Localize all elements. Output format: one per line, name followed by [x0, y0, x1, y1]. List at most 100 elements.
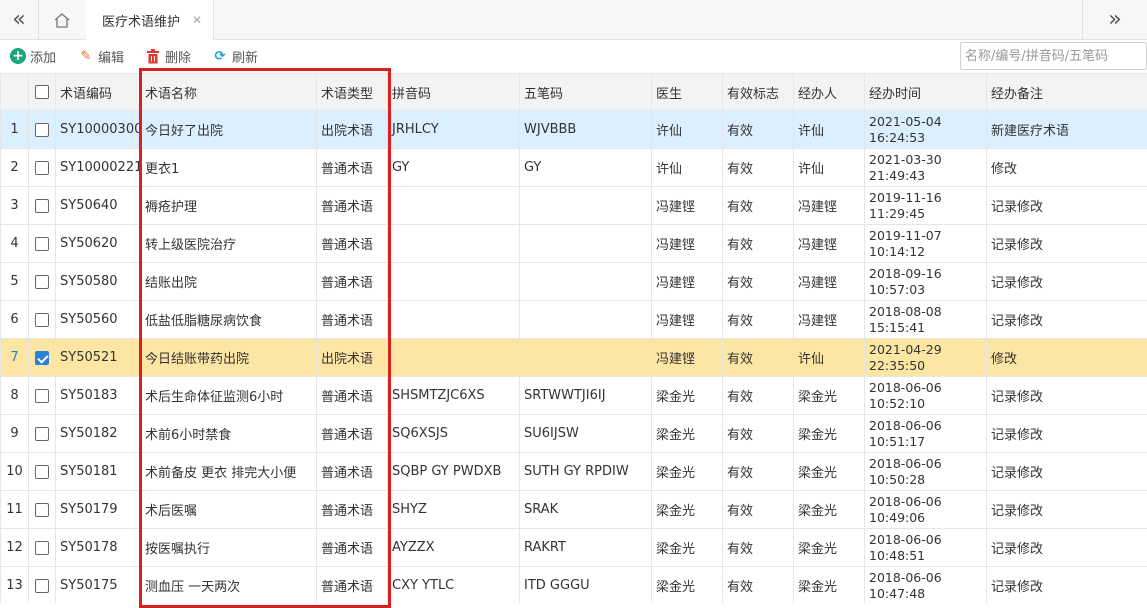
- cell-type[interactable]: 普通术语: [317, 415, 388, 453]
- edit-button[interactable]: ✎ 编辑: [78, 47, 124, 65]
- row-checkbox-cell[interactable]: [29, 453, 56, 491]
- cell-type[interactable]: 普通术语: [317, 263, 388, 301]
- cell-remark[interactable]: 记录修改: [987, 491, 1147, 529]
- row-number[interactable]: 1: [1, 111, 29, 149]
- header-name[interactable]: 术语名称: [141, 74, 317, 111]
- cell-code[interactable]: SY10000221: [56, 149, 141, 187]
- cell-time[interactable]: 2018-09-1610:57:03: [865, 263, 987, 301]
- header-handler[interactable]: 经办人: [794, 74, 865, 111]
- row-number[interactable]: 4: [1, 225, 29, 263]
- header-pinyin[interactable]: 拼音码: [388, 74, 520, 111]
- row-checkbox[interactable]: [35, 313, 49, 327]
- table-row[interactable]: 9SY50182术前6小时禁食普通术语SQ6XSJSSU6IJSW梁金光有效梁金…: [1, 415, 1147, 453]
- cell-type[interactable]: 普通术语: [317, 491, 388, 529]
- row-checkbox-cell[interactable]: [29, 567, 56, 604]
- cell-valid[interactable]: 有效: [723, 225, 794, 263]
- cell-pinyin[interactable]: [388, 187, 520, 225]
- cell-time[interactable]: 2018-06-0610:49:06: [865, 491, 987, 529]
- cell-handler[interactable]: 冯建铿: [794, 187, 865, 225]
- cell-pinyin[interactable]: CXY YTLC: [388, 567, 520, 604]
- cell-type[interactable]: 普通术语: [317, 377, 388, 415]
- cell-pinyin[interactable]: SQBP GY PWDXB: [388, 453, 520, 491]
- row-checkbox[interactable]: [35, 275, 49, 289]
- row-number[interactable]: 5: [1, 263, 29, 301]
- cell-code[interactable]: SY50179: [56, 491, 141, 529]
- cell-type[interactable]: 普通术语: [317, 301, 388, 339]
- row-checkbox[interactable]: [35, 427, 49, 441]
- cell-doctor[interactable]: 冯建铿: [652, 339, 723, 377]
- cell-doctor[interactable]: 冯建铿: [652, 301, 723, 339]
- cell-pinyin[interactable]: SHSMTZJC6XS: [388, 377, 520, 415]
- cell-remark[interactable]: 记录修改: [987, 377, 1147, 415]
- cell-code[interactable]: SY10000300: [56, 111, 141, 149]
- cell-wubi[interactable]: SRTWWTJI6IJ: [520, 377, 652, 415]
- refresh-button[interactable]: ⟳ 刷新: [212, 47, 258, 65]
- cell-valid[interactable]: 有效: [723, 149, 794, 187]
- cell-time[interactable]: 2018-06-0610:52:10: [865, 377, 987, 415]
- cell-wubi[interactable]: SUTH GY RPDIW: [520, 453, 652, 491]
- row-number[interactable]: 12: [1, 529, 29, 567]
- cell-name[interactable]: 术后生命体征监测6小时: [141, 377, 317, 415]
- row-checkbox-cell[interactable]: [29, 149, 56, 187]
- table-row[interactable]: 12SY50178按医嘱执行普通术语AYZZXRAKRT梁金光有效梁金光2018…: [1, 529, 1147, 567]
- row-number[interactable]: 10: [1, 453, 29, 491]
- cell-remark[interactable]: 记录修改: [987, 263, 1147, 301]
- cell-pinyin[interactable]: [388, 263, 520, 301]
- cell-type[interactable]: 普通术语: [317, 225, 388, 263]
- cell-remark[interactable]: 记录修改: [987, 187, 1147, 225]
- cell-time[interactable]: 2018-08-0815:15:41: [865, 301, 987, 339]
- cell-remark[interactable]: 记录修改: [987, 567, 1147, 604]
- table-row[interactable]: 5SY50580结账出院普通术语冯建铿有效冯建铿2018-09-1610:57:…: [1, 263, 1147, 301]
- cell-handler[interactable]: 梁金光: [794, 377, 865, 415]
- cell-valid[interactable]: 有效: [723, 377, 794, 415]
- cell-handler[interactable]: 冯建铿: [794, 301, 865, 339]
- cell-valid[interactable]: 有效: [723, 339, 794, 377]
- row-number[interactable]: 6: [1, 301, 29, 339]
- cell-code[interactable]: SY50175: [56, 567, 141, 604]
- cell-code[interactable]: SY50560: [56, 301, 141, 339]
- cell-code[interactable]: SY50181: [56, 453, 141, 491]
- cell-name[interactable]: 今日结账带药出院: [141, 339, 317, 377]
- table-row[interactable]: 8SY50183术后生命体征监测6小时普通术语SHSMTZJC6XSSRTWWT…: [1, 377, 1147, 415]
- cell-time[interactable]: 2021-03-3021:49:43: [865, 149, 987, 187]
- cell-remark[interactable]: 记录修改: [987, 529, 1147, 567]
- header-wubi[interactable]: 五笔码: [520, 74, 652, 111]
- header-valid[interactable]: 有效标志: [723, 74, 794, 111]
- cell-doctor[interactable]: 冯建铿: [652, 225, 723, 263]
- cell-name[interactable]: 结账出院: [141, 263, 317, 301]
- cell-valid[interactable]: 有效: [723, 263, 794, 301]
- cell-valid[interactable]: 有效: [723, 187, 794, 225]
- row-checkbox[interactable]: [35, 465, 49, 479]
- row-number[interactable]: 9: [1, 415, 29, 453]
- cell-code[interactable]: SY50521: [56, 339, 141, 377]
- cell-doctor[interactable]: 冯建铿: [652, 263, 723, 301]
- cell-type[interactable]: 出院术语: [317, 111, 388, 149]
- row-number[interactable]: 13: [1, 567, 29, 604]
- cell-code[interactable]: SY50178: [56, 529, 141, 567]
- table-row[interactable]: 3SY50640褥疮护理普通术语冯建铿有效冯建铿2019-11-1611:29:…: [1, 187, 1147, 225]
- cell-name[interactable]: 今日好了出院: [141, 111, 317, 149]
- cell-type[interactable]: 普通术语: [317, 453, 388, 491]
- cell-time[interactable]: 2021-05-0416:24:53: [865, 111, 987, 149]
- row-checkbox[interactable]: [35, 199, 49, 213]
- table-row[interactable]: 1SY10000300今日好了出院出院术语JRHLCYWJVBBB许仙有效许仙2…: [1, 111, 1147, 149]
- cell-wubi[interactable]: [520, 187, 652, 225]
- cell-doctor[interactable]: 梁金光: [652, 491, 723, 529]
- header-select-all[interactable]: [29, 74, 56, 111]
- cell-wubi[interactable]: GY: [520, 149, 652, 187]
- cell-wubi[interactable]: [520, 339, 652, 377]
- search-input[interactable]: [960, 42, 1147, 70]
- cell-type[interactable]: 普通术语: [317, 529, 388, 567]
- table-row[interactable]: 7SY50521今日结账带药出院出院术语冯建铿有效许仙2021-04-2922:…: [1, 339, 1147, 377]
- cell-valid[interactable]: 有效: [723, 301, 794, 339]
- row-checkbox[interactable]: [35, 541, 49, 555]
- row-checkbox-cell[interactable]: [29, 263, 56, 301]
- cell-handler[interactable]: 梁金光: [794, 415, 865, 453]
- cell-time[interactable]: 2018-06-0610:51:17: [865, 415, 987, 453]
- cell-remark[interactable]: 修改: [987, 149, 1147, 187]
- row-checkbox[interactable]: [35, 389, 49, 403]
- row-checkbox[interactable]: [35, 503, 49, 517]
- cell-remark[interactable]: 记录修改: [987, 415, 1147, 453]
- cell-name[interactable]: 术前备皮 更衣 排完大小便: [141, 453, 317, 491]
- cell-remark[interactable]: 修改: [987, 339, 1147, 377]
